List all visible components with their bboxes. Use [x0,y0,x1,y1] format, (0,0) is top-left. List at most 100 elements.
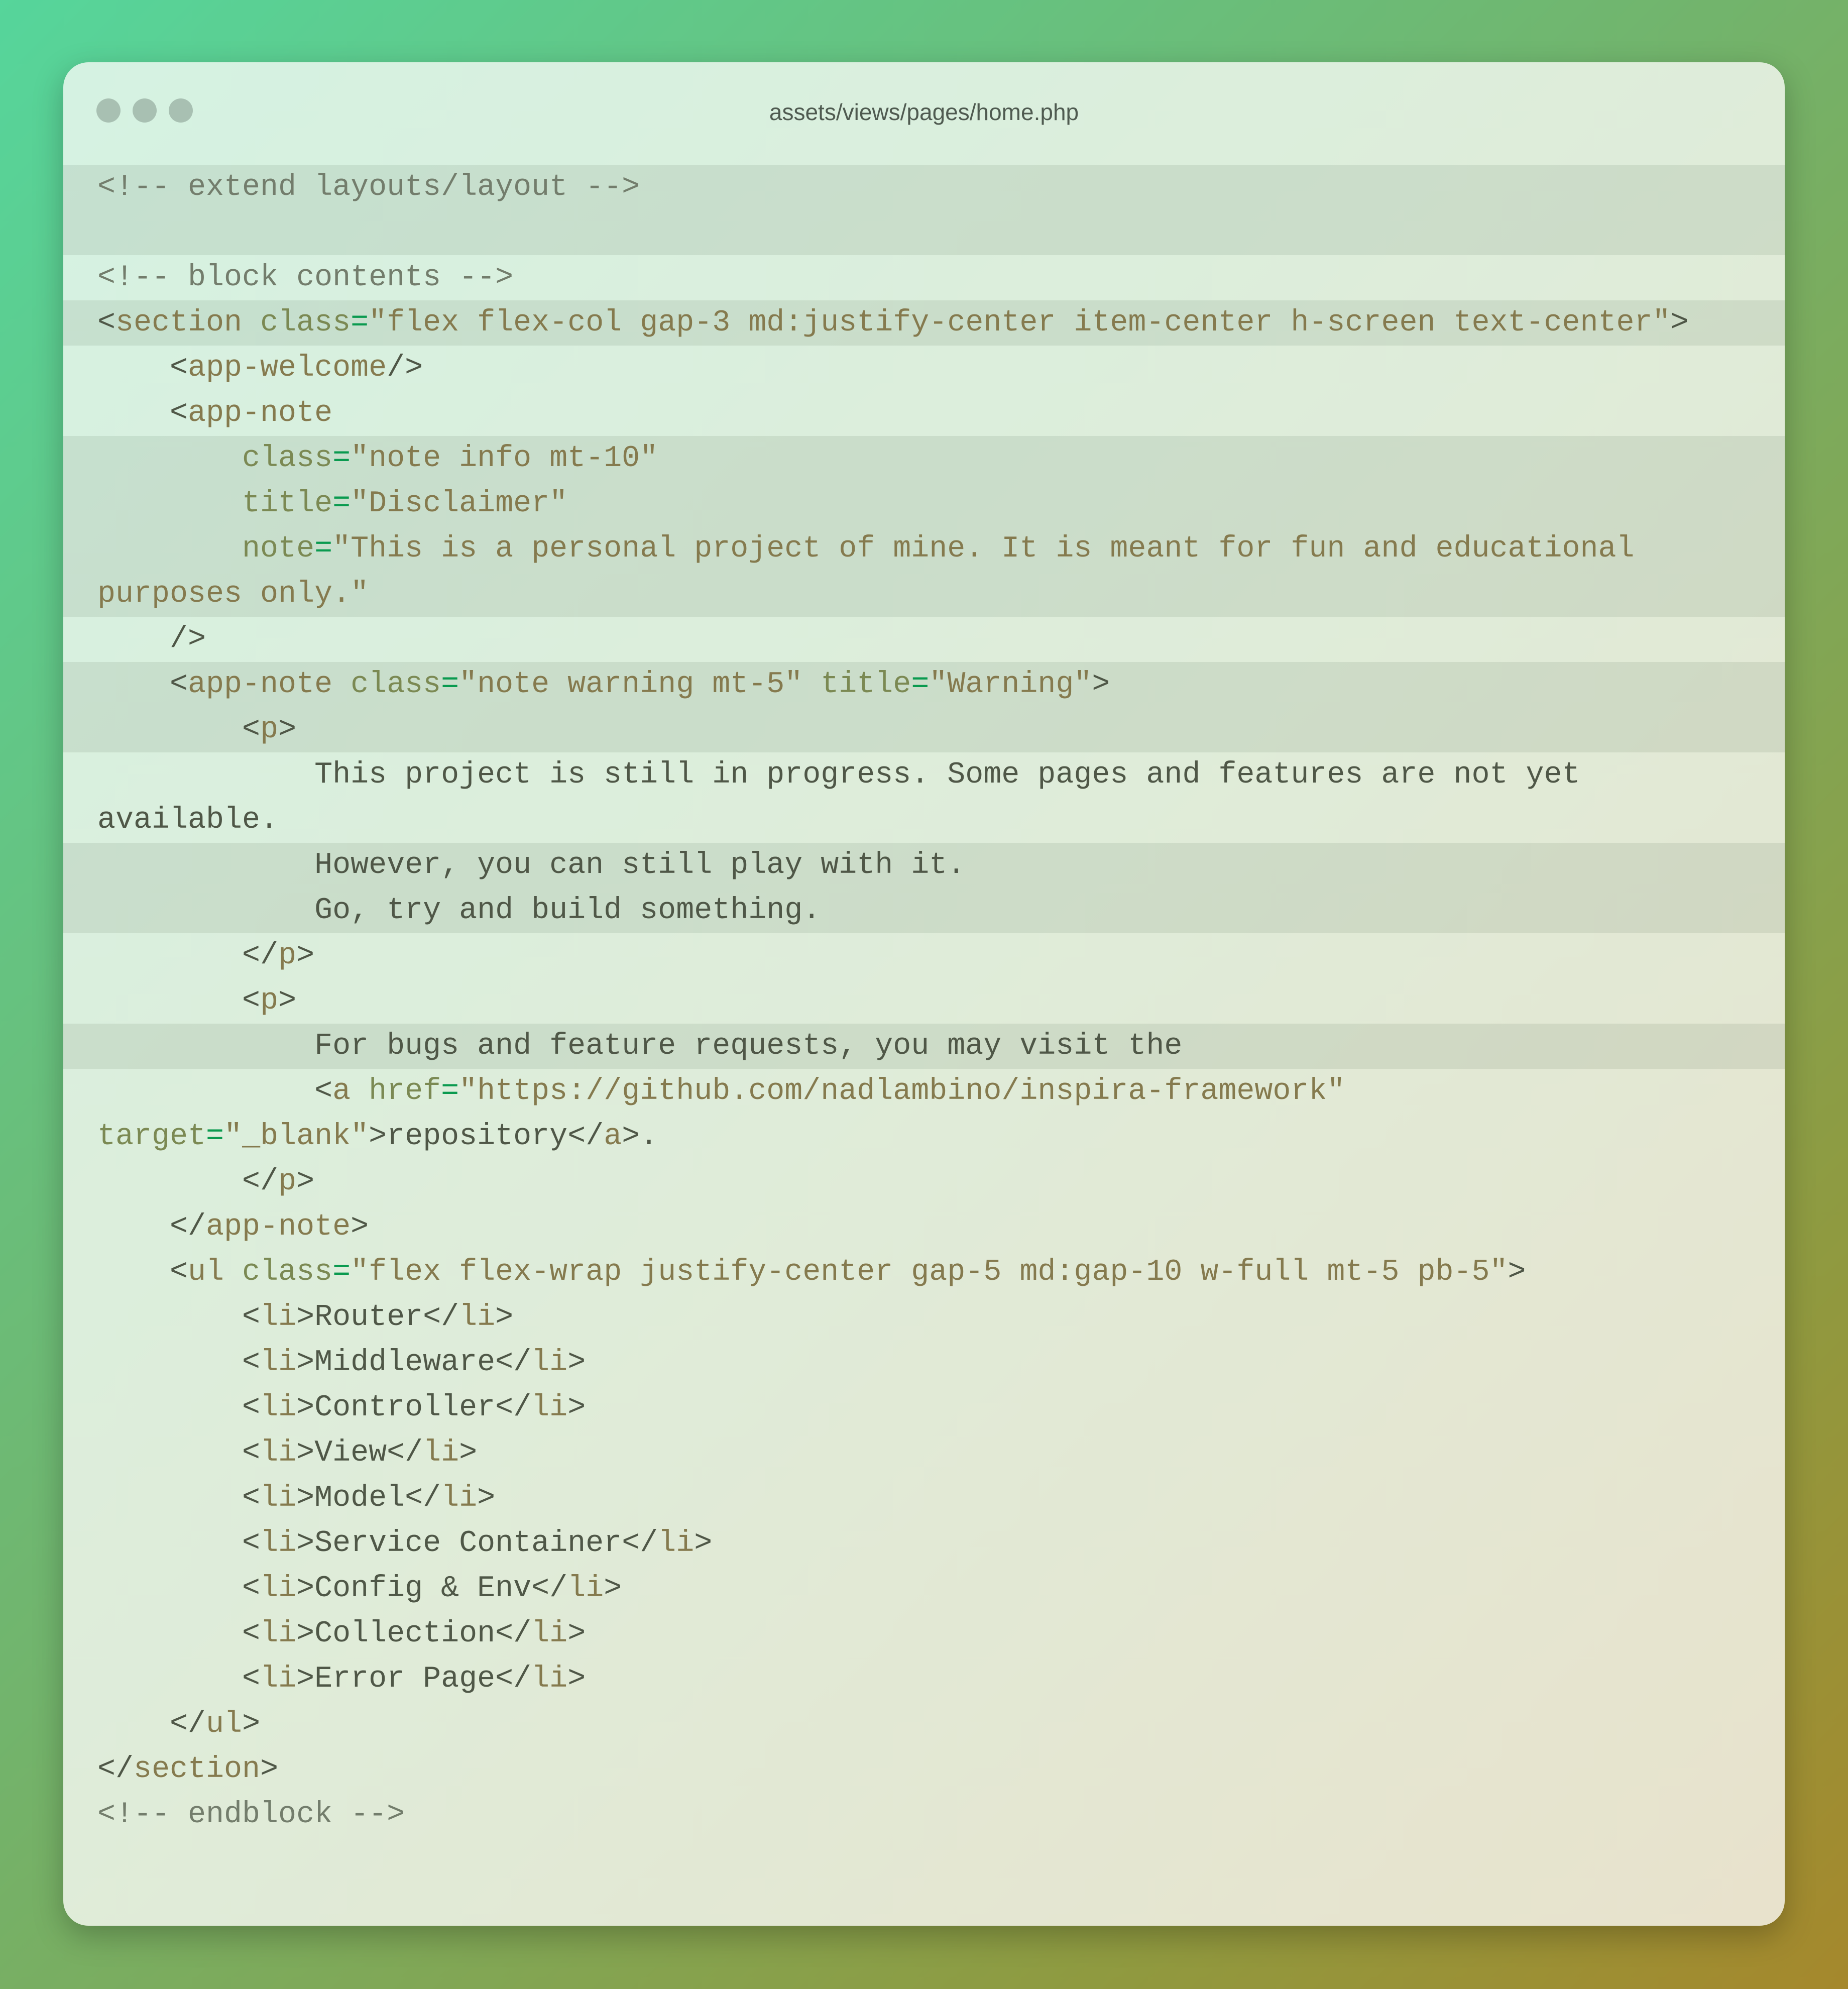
tag-name: a [604,1120,622,1154]
code-line: <!-- extend layouts/layout --> [63,165,1785,210]
tag-name: li [260,1300,297,1335]
tag-name: app-welcome [188,351,387,385]
punctuation: > [495,1300,514,1335]
code-line: <li>Model</li> [63,1476,1785,1521]
tag-name: section [116,306,243,340]
tag-name: li [260,1662,297,1696]
code-line: <section class="flex flex-col gap-3 md:j… [63,300,1785,346]
punctuation: < [97,1074,333,1109]
tag-name: li [531,1391,568,1425]
equals-sign: = [314,532,333,566]
punctuation: </ [97,1707,206,1741]
code-line: For bugs and feature requests, you may v… [63,1024,1785,1069]
equals-sign: = [206,1120,224,1154]
title-bar: assets/views/pages/home.php [63,62,1785,165]
punctuation: < [97,396,188,430]
tag-name: li [260,1572,297,1606]
code-line: available. [63,798,1785,843]
punctuation: </ [531,1572,568,1606]
code-block: <!-- extend layouts/layout --> <!-- block… [63,165,1785,1837]
punctuation: </ [387,1436,423,1470]
tag-name: p [278,939,297,973]
code-line: <ul class="flex flex-wrap justify-center… [63,1250,1785,1295]
punctuation: > [351,1210,369,1244]
tag-name: li [658,1526,695,1561]
punctuation: > [567,1346,586,1380]
punctuation: </ [97,939,279,973]
tag-name: ul [188,1255,224,1289]
code-line: <app-note class="note warning mt-5" titl… [63,662,1785,707]
text-content: Router [314,1300,423,1335]
punctuation: > [1508,1255,1526,1289]
code-line: However, you can still play with it. [63,843,1785,888]
string-value: "https://github.com/nadlambino/inspira-f… [459,1074,1345,1109]
equals-sign: = [332,487,351,521]
text-content: For bugs and feature requests, you may v… [97,1029,1183,1063]
punctuation: > [296,939,315,973]
attribute-name: class [242,1255,333,1289]
attribute-name: title [242,487,333,521]
punctuation: > [604,1572,622,1606]
code-window: assets/views/pages/home.php <!-- extend … [63,62,1785,1926]
text-content: Service Container [314,1526,622,1561]
code-line [63,210,1785,255]
attribute-name: title [821,668,911,702]
code-line: <!-- block contents --> [63,255,1785,300]
text-content: Middleware [314,1346,496,1380]
text-content: Go, try and build something. [97,894,821,928]
code-line: <p> [63,707,1785,752]
code-line: <li>Middleware</li> [63,1340,1785,1385]
attribute-name: href [369,1074,441,1109]
text-content: repository [387,1120,568,1154]
punctuation: </ [567,1120,604,1154]
punctuation: < [97,1617,261,1651]
punctuation: < [97,351,188,385]
code-line: <li>Error Page</li> [63,1656,1785,1702]
tag-name: a [332,1074,351,1109]
tag-name: li [260,1617,297,1651]
equals-sign: = [332,441,351,476]
tag-name: li [459,1300,496,1335]
code-line: This project is still in progress. Some … [63,752,1785,798]
punctuation [97,532,242,566]
code-line: </app-note> [63,1204,1785,1250]
window-title: assets/views/pages/home.php [769,99,1079,125]
code-line: <a href="https://github.com/nadlambino/i… [63,1069,1785,1114]
tag-name: p [260,984,279,1018]
punctuation [224,1255,242,1289]
code-line: /> [63,617,1785,662]
punctuation: > [296,1346,315,1380]
tag-name: li [260,1346,297,1380]
punctuation: < [97,1255,188,1289]
text-content: Model [314,1481,405,1515]
code-line: <p> [63,978,1785,1024]
punctuation: < [97,1481,261,1515]
punctuation: > [369,1120,387,1154]
punctuation: </ [405,1481,441,1515]
tag-name: ul [206,1707,243,1741]
code-line: </p> [63,1159,1785,1204]
punctuation: < [97,1346,261,1380]
equals-sign: = [911,668,930,702]
punctuation: > [567,1617,586,1651]
tag-name: li [260,1391,297,1425]
string-value: "_blank" [224,1120,369,1154]
string-value: "flex flex-wrap justify-center gap-5 md:… [351,1255,1508,1289]
attribute-name: note [242,532,315,566]
punctuation: </ [495,1662,532,1696]
text-content: Collection [314,1617,496,1651]
punctuation: /> [387,351,423,385]
equals-sign: = [441,1074,459,1109]
tag-name: app-note [188,396,333,430]
punctuation: > [278,984,297,1018]
punctuation: > [296,1662,315,1696]
code-line: <li>Collection</li> [63,1611,1785,1656]
string-value: purposes only." [97,577,369,611]
punctuation: < [97,713,261,747]
punctuation: > [1670,306,1689,340]
text-content: View [314,1436,387,1470]
punctuation: > [296,1572,315,1606]
tag-name: p [278,1165,297,1199]
code-line: </p> [63,933,1785,978]
punctuation: > [296,1391,315,1425]
